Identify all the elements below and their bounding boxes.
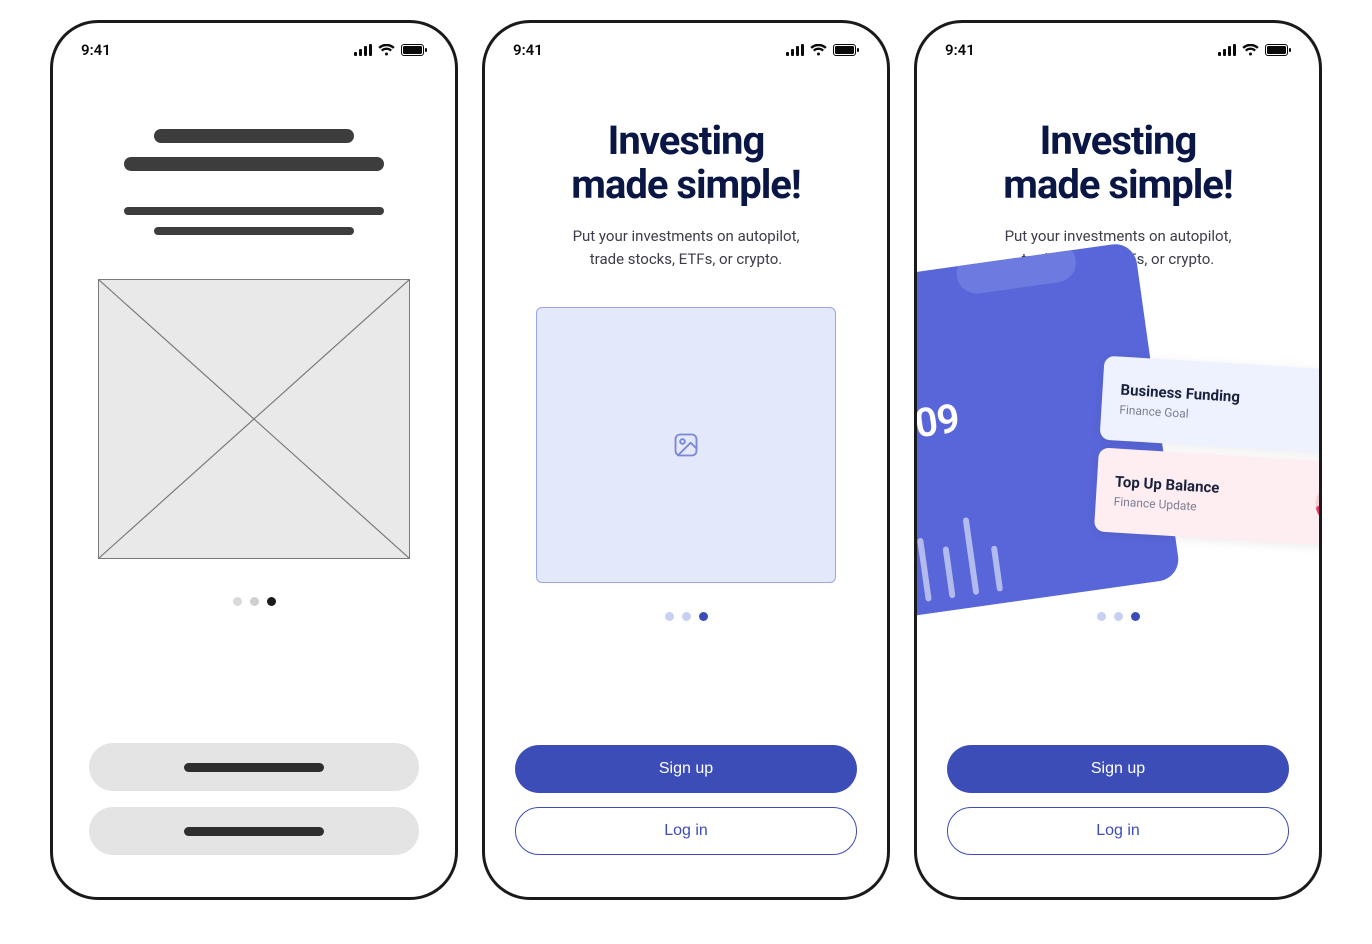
onboarding-button-group: Sign up Log in — [515, 745, 857, 865]
page-dot[interactable] — [665, 612, 674, 621]
goal-cards-stack: Business Funding Finance Goal 70% Top Up… — [1094, 356, 1322, 549]
progress-ring: 70% — [1318, 389, 1322, 436]
onboarding-image-area — [515, 300, 857, 590]
login-button[interactable]: Log in — [947, 807, 1289, 855]
image-icon — [672, 431, 700, 459]
status-icons — [1218, 44, 1291, 56]
page-dot[interactable] — [699, 612, 708, 621]
page-indicator[interactable] — [947, 612, 1289, 621]
status-bar: 9:41 — [485, 23, 887, 69]
page-dot[interactable] — [233, 597, 242, 606]
page-dot[interactable] — [1097, 612, 1106, 621]
onboarding-image-area: $ lance 4,509 Business Fun — [947, 300, 1289, 590]
signal-icon — [354, 44, 372, 56]
progress-ring: 70% — [1313, 481, 1322, 528]
subtitle-line: trade stocks, ETFs, or crypto. — [590, 250, 782, 268]
signup-button[interactable]: Sign up — [515, 745, 857, 793]
battery-icon — [833, 44, 859, 56]
onboarding-content: Investing made simple! Put your investme… — [485, 69, 887, 897]
progress-label: 70% — [1313, 481, 1322, 528]
balance-bars — [914, 514, 1003, 605]
wf-image-placeholder — [98, 279, 410, 559]
status-time: 9:41 — [81, 41, 111, 59]
battery-icon — [401, 44, 427, 56]
status-time: 9:41 — [945, 41, 975, 59]
page-dot[interactable] — [267, 597, 276, 606]
status-time: 9:41 — [513, 41, 543, 59]
wifi-icon — [810, 44, 827, 56]
goal-card-business-funding: Business Funding Finance Goal 70% — [1100, 356, 1322, 457]
subtitle-line: Put your investments on autopilot, — [1005, 227, 1232, 245]
goal-card-subtitle: Finance Goal — [1119, 403, 1239, 424]
wf-heading-line — [124, 157, 384, 171]
phone-frame-wireframe: 9:41 — [50, 20, 458, 900]
wf-button-label-placeholder — [184, 827, 324, 836]
onboarding-content: Investing made simple! Put your investme… — [917, 69, 1319, 897]
wf-subtitle-line — [154, 227, 354, 235]
login-button[interactable]: Log in — [515, 807, 857, 855]
wf-subtitle-placeholder — [89, 207, 419, 235]
battery-icon — [1265, 44, 1291, 56]
wf-heading-placeholder — [89, 129, 419, 171]
title-line: Investing — [608, 117, 765, 164]
page-dot[interactable] — [250, 597, 259, 606]
page-indicator[interactable] — [515, 612, 857, 621]
phone-frame-onboarding-placeholder: 9:41 Investing made simple! Put your inv… — [482, 20, 890, 900]
goal-card-top-up-balance: Top Up Balance Finance Update 70% — [1094, 447, 1322, 548]
status-bar: 9:41 — [53, 23, 455, 69]
subtitle-line: Put your investments on autopilot, — [573, 227, 800, 245]
onboarding-title: Investing made simple! — [515, 119, 857, 207]
wf-primary-button[interactable] — [89, 743, 419, 791]
title-line: Investing — [1040, 117, 1197, 164]
signal-icon — [786, 44, 804, 56]
wf-heading-line — [154, 129, 354, 143]
wifi-icon — [378, 44, 395, 56]
onboarding-illustration: $ lance 4,509 Business Fun — [917, 280, 1319, 590]
wf-secondary-button[interactable] — [89, 807, 419, 855]
page-indicator[interactable] — [89, 597, 419, 606]
goal-card-subtitle: Finance Update — [1113, 494, 1218, 514]
wf-subtitle-line — [124, 207, 384, 215]
progress-label: 70% — [1318, 389, 1322, 436]
image-placeholder-box — [536, 307, 836, 583]
onboarding-button-group: Sign up Log in — [947, 745, 1289, 865]
onboarding-title: Investing made simple! — [947, 119, 1289, 207]
page-dot[interactable] — [682, 612, 691, 621]
onboarding-subtitle: Put your investments on autopilot, trade… — [515, 225, 857, 270]
page-dot[interactable] — [1114, 612, 1123, 621]
wf-button-label-placeholder — [184, 763, 324, 772]
goal-card-title: Top Up Balance — [1114, 472, 1220, 496]
phone-frame-onboarding-illustration: 9:41 Investing made simple! Put your inv… — [914, 20, 1322, 900]
status-bar: 9:41 — [917, 23, 1319, 69]
title-line: made simple! — [1003, 161, 1232, 208]
wireframe-content — [53, 69, 455, 897]
title-line: made simple! — [571, 161, 800, 208]
status-icons — [786, 44, 859, 56]
signal-icon — [1218, 44, 1236, 56]
signup-button[interactable]: Sign up — [947, 745, 1289, 793]
goal-card-title: Business Funding — [1120, 381, 1240, 406]
wf-button-group — [89, 743, 419, 865]
status-icons — [354, 44, 427, 56]
page-dot[interactable] — [1131, 612, 1140, 621]
wifi-icon — [1242, 44, 1259, 56]
